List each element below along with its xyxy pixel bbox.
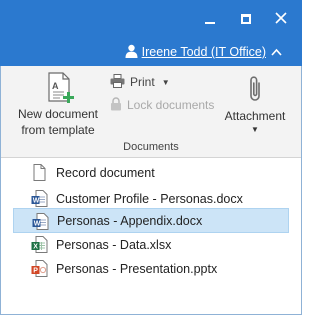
print-label: Print	[130, 75, 155, 89]
new-document-label: New document from template	[18, 106, 98, 138]
powerpoint-document-icon: P	[31, 260, 48, 277]
blank-document-icon	[31, 164, 48, 181]
documents-group-label: Documents	[123, 141, 179, 153]
print-button[interactable]: Print ▼	[110, 73, 170, 91]
lock-documents-label: Lock documents	[127, 98, 215, 112]
list-item-label: Personas - Appendix.docx	[57, 213, 203, 228]
excel-document-icon: X	[31, 236, 48, 253]
new-document-label-line1: New document	[17, 107, 99, 121]
printer-icon	[110, 73, 125, 91]
paperclip-icon	[246, 74, 264, 107]
svg-text:P: P	[33, 268, 38, 275]
svg-text:W: W	[34, 221, 41, 228]
close-icon	[275, 11, 287, 27]
user-icon	[125, 44, 138, 61]
attachment-button[interactable]: Attachment ▼	[220, 74, 290, 140]
list-item-label: Customer Profile - Personas.docx	[56, 191, 243, 206]
title-bar: Ireene Todd (IT Office)	[0, 0, 302, 66]
list-item[interactable]: P Personas - Presentation.pptx	[13, 256, 289, 281]
minimize-button[interactable]	[199, 8, 221, 30]
svg-text:W: W	[33, 198, 40, 205]
ribbon: A New document from template Print ▼ Loc…	[1, 66, 301, 158]
list-item-label: Personas - Presentation.pptx	[56, 261, 218, 276]
svg-text:X: X	[33, 244, 38, 251]
list-item[interactable]: X Personas - Data.xlsx	[13, 232, 289, 257]
lock-documents-button: Lock documents	[110, 96, 214, 114]
user-account[interactable]: Ireene Todd (IT Office)	[125, 43, 282, 61]
new-document-template-icon: A	[46, 72, 76, 104]
list-item-label: Record document	[56, 165, 155, 180]
list-item[interactable]: W Personas - Appendix.docx	[13, 208, 289, 233]
attachment-label: Attachment	[224, 109, 286, 123]
minimize-icon	[205, 14, 215, 24]
close-button[interactable]	[270, 8, 292, 30]
lock-icon	[110, 96, 122, 114]
word-document-icon: W	[32, 213, 49, 230]
chevron-up-icon[interactable]	[270, 46, 282, 58]
maximize-icon	[241, 14, 251, 24]
word-document-icon: W	[31, 190, 48, 207]
new-document-label-line2: from template	[21, 123, 95, 137]
user-name-link[interactable]: Ireene Todd (IT Office)	[142, 45, 266, 59]
maximize-button[interactable]	[235, 8, 257, 30]
svg-text:A: A	[52, 81, 59, 91]
list-item-label: Personas - Data.xlsx	[56, 237, 172, 252]
print-dropdown-caret-icon: ▼	[161, 77, 170, 87]
attachment-dropdown-caret-icon: ▼	[251, 125, 259, 134]
new-document-from-template-button[interactable]: A New document from template	[13, 72, 103, 142]
list-item[interactable]: Record document	[13, 160, 289, 185]
